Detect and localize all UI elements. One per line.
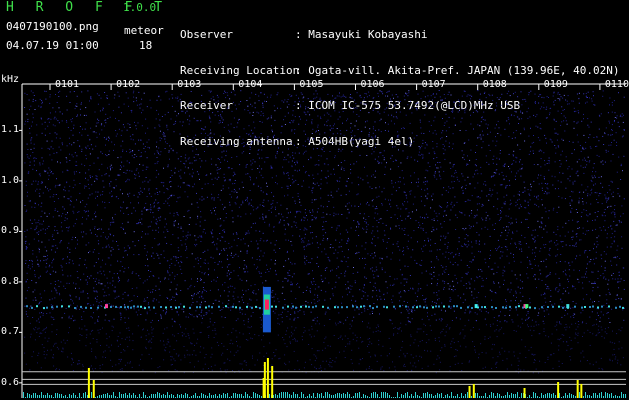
x-tick-label: 0109 bbox=[543, 79, 568, 90]
echo-spot bbox=[104, 304, 108, 309]
x-tick-label: 0106 bbox=[360, 79, 385, 90]
carrier-trace bbox=[26, 305, 624, 310]
y-tick-label: 0.9 bbox=[1, 225, 20, 237]
y-tick-label: 0.8 bbox=[1, 275, 20, 287]
y-tick-label: 0.6 bbox=[1, 376, 20, 388]
y-axis-label: kHz bbox=[1, 74, 20, 85]
noise-field bbox=[24, 90, 625, 374]
activity-baseline bbox=[23, 392, 626, 398]
spectrogram-chart bbox=[19, 83, 626, 398]
y-tick-label: 1.1 bbox=[1, 124, 20, 136]
y-tick-label: 0.7 bbox=[1, 326, 20, 338]
meteor-echo bbox=[262, 286, 271, 333]
x-tick-label: 0107 bbox=[421, 79, 446, 90]
echo-spot bbox=[525, 304, 529, 309]
echo-spot bbox=[474, 304, 478, 309]
y-tick-label: 1.0 bbox=[1, 174, 20, 186]
x-tick-label: 0102 bbox=[116, 79, 141, 90]
x-tick-label: 0105 bbox=[299, 79, 324, 90]
x-tick-label: 0101 bbox=[55, 79, 80, 90]
x-tick-label: 0103 bbox=[177, 79, 202, 90]
x-tick-label: 0104 bbox=[238, 79, 263, 90]
x-tick-label: 0110 bbox=[604, 79, 629, 90]
echo-spot bbox=[566, 304, 570, 309]
x-tick-label: 0108 bbox=[482, 79, 507, 90]
meteor-spikes bbox=[87, 358, 583, 398]
